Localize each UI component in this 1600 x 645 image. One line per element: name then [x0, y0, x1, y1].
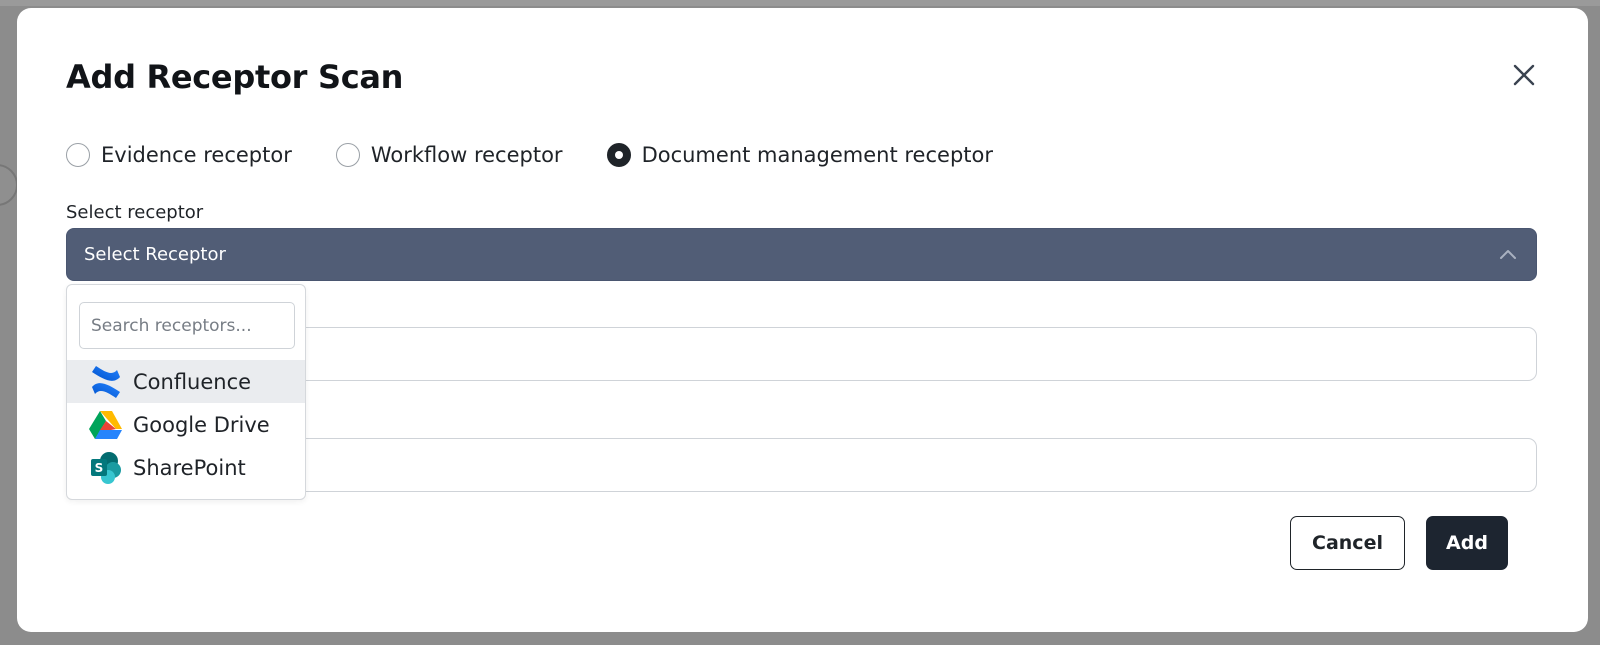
close-icon: [1513, 64, 1535, 86]
radio-workflow-receptor[interactable]: Workflow receptor: [335, 143, 563, 167]
radio-label: Workflow receptor: [370, 143, 563, 167]
radio-label: Evidence receptor: [101, 143, 292, 167]
background-circle-control: [0, 164, 18, 206]
radio-label: Document management receptor: [641, 143, 993, 167]
chevron-up-icon: [1500, 250, 1516, 259]
sharepoint-icon: S: [89, 451, 123, 485]
add-button[interactable]: Add: [1426, 516, 1508, 570]
dialog-title: Add Receptor Scan: [66, 58, 404, 96]
radio-button-selected[interactable]: [606, 143, 631, 167]
option-label: Google Drive: [133, 412, 270, 437]
option-label: Confluence: [133, 369, 252, 394]
google-drive-icon: [89, 408, 123, 442]
option-label: SharePoint: [133, 455, 246, 480]
select-receptor-value: Select Receptor: [84, 244, 226, 265]
cancel-button[interactable]: Cancel: [1290, 516, 1405, 570]
confluence-icon: [89, 365, 123, 399]
search-receptors-input[interactable]: [79, 302, 295, 349]
background-header-edge: [0, 0, 1600, 6]
option-google-drive[interactable]: Google Drive: [67, 403, 305, 446]
svg-text:S: S: [95, 461, 104, 475]
option-confluence[interactable]: Confluence: [67, 360, 305, 403]
select-receptor-dropdown[interactable]: Select Receptor: [66, 228, 1537, 281]
add-receptor-scan-dialog: Add Receptor Scan Evidence receptor Work…: [17, 8, 1588, 632]
radio-document-management-receptor[interactable]: Document management receptor: [606, 143, 993, 167]
radio-button[interactable]: [335, 143, 360, 167]
receptor-type-radio-group: Evidence receptor Workflow receptor Docu…: [66, 138, 1037, 172]
option-sharepoint[interactable]: S SharePoint: [67, 446, 305, 489]
radio-evidence-receptor[interactable]: Evidence receptor: [66, 143, 292, 167]
receptor-options-menu: Confluence Google Drive S: [66, 284, 306, 500]
select-receptor-label: Select receptor: [66, 202, 204, 223]
radio-button[interactable]: [66, 143, 90, 167]
close-button[interactable]: [1509, 60, 1539, 90]
